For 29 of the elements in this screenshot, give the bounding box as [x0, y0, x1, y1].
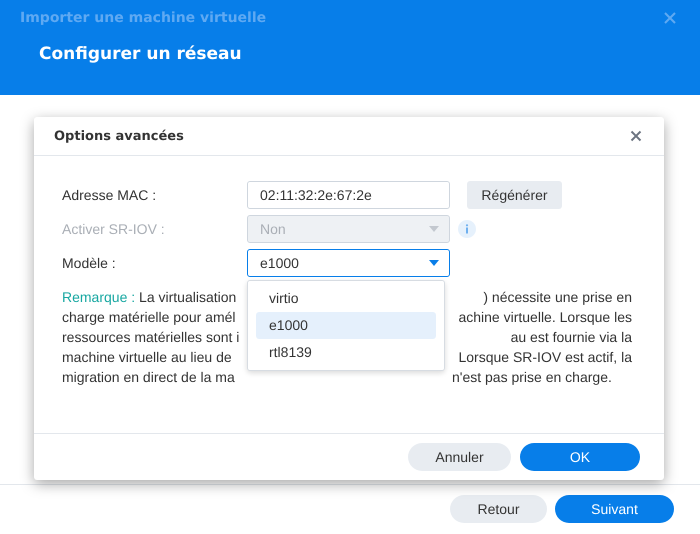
note-text: charge matérielle pour amél — [62, 308, 237, 327]
note-text: n'est pas prise en charge. — [451, 368, 613, 387]
note-text: au est fournie via la — [510, 328, 632, 347]
caret-icon — [429, 260, 439, 266]
next-button[interactable]: Suivant — [555, 495, 674, 523]
page-heading: Configurer un réseau — [39, 44, 243, 64]
field-label: Activer SR-IOV : — [62, 221, 166, 237]
dropdown-option[interactable]: e1000 — [256, 312, 436, 339]
dialog-title: Options avancées — [54, 128, 184, 144]
dropdown-field[interactable]: e1000 — [247, 249, 450, 277]
ok-button[interactable]: OK — [520, 443, 640, 471]
back-button[interactable]: Retour — [450, 495, 547, 523]
caret-icon — [429, 226, 439, 232]
note-text: migration en direct de la ma — [62, 368, 236, 387]
note-text: Remarque : La virtualisation — [62, 288, 238, 307]
dropdown-option[interactable]: virtio — [256, 285, 436, 312]
dropdown-option[interactable]: rtl8139 — [256, 339, 436, 366]
field-label: Adresse MAC : — [62, 187, 158, 203]
close-icon[interactable] — [630, 130, 642, 142]
regenerate-button[interactable]: Régénérer — [467, 181, 562, 209]
cancel-button[interactable]: Annuler — [408, 443, 511, 471]
note-text: ressources matérielles sont i — [62, 328, 240, 347]
note-text: Lorsque SR-IOV est actif, la — [457, 348, 632, 367]
note-text: achine virtuelle. Lorsque les — [457, 308, 632, 327]
field-label: Modèle : — [62, 255, 117, 271]
window-title: Importer une machine virtuelle — [20, 10, 266, 26]
mac-address-field[interactable]: 02:11:32:2e:67:2e — [247, 181, 450, 209]
note-text: machine virtuelle au lieu de — [62, 348, 233, 367]
note-text: ) nécessite une prise en — [482, 288, 632, 307]
